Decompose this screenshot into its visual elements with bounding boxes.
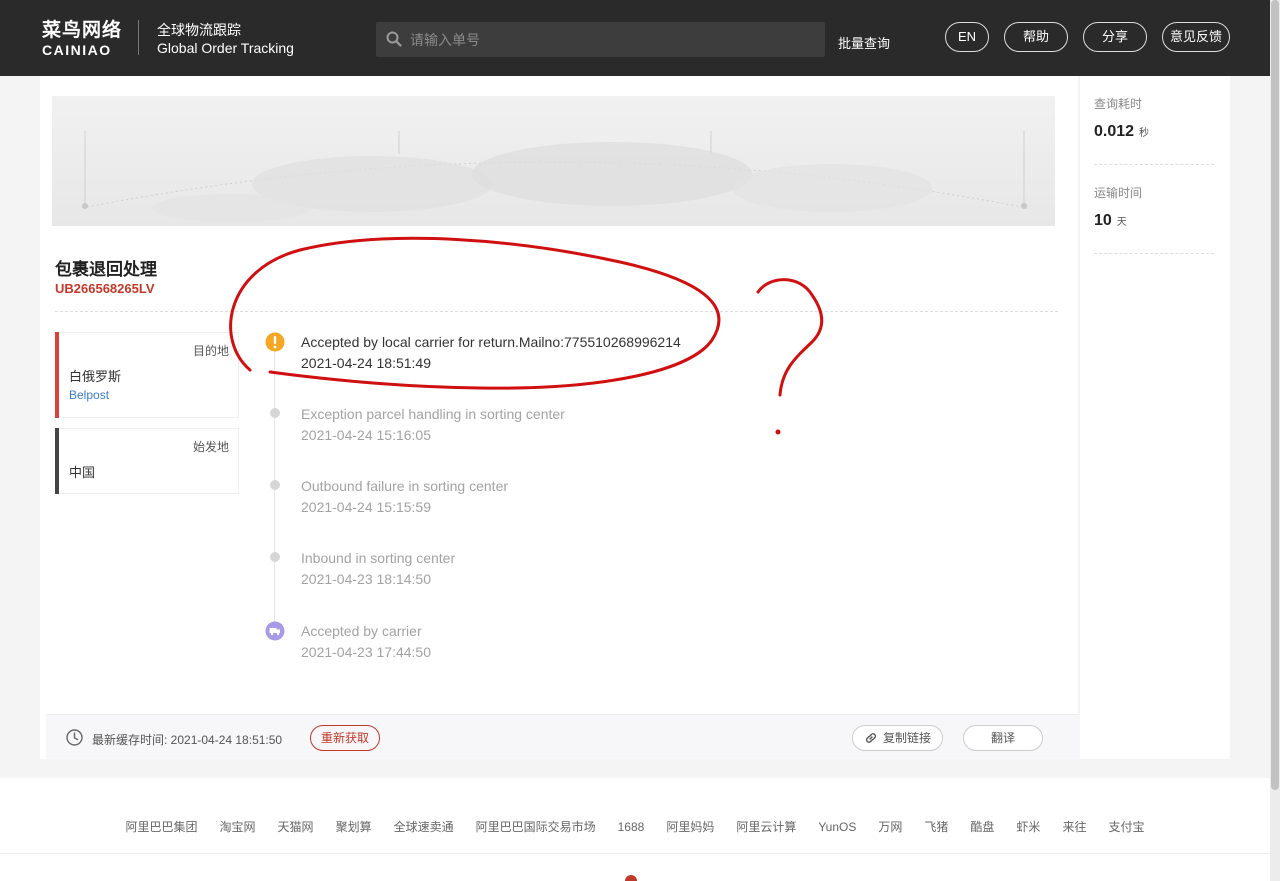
subtitle-cn: 全球物流跟踪 bbox=[157, 22, 241, 38]
clock-icon bbox=[66, 729, 83, 746]
timeline-event: Accepted by carrier 2021-04-23 17:44:50 bbox=[301, 622, 431, 661]
timeline-event: Accepted by local carrier for return.Mai… bbox=[301, 333, 681, 372]
logo-en: CAINIAO bbox=[42, 42, 112, 58]
event-time: 2021-04-24 18:51:49 bbox=[301, 355, 431, 371]
feedback-button[interactable]: 意见反馈 bbox=[1162, 22, 1230, 52]
query-time-unit: 秒 bbox=[1139, 128, 1150, 139]
event-time: 2021-04-24 15:15:59 bbox=[301, 499, 431, 515]
search-box bbox=[376, 22, 825, 57]
event-time: 2021-04-23 18:14:50 bbox=[301, 571, 431, 587]
query-time-number: 0.012 bbox=[1094, 123, 1135, 140]
cainiao-logo[interactable]: 菜鸟网络 CAINIAO bbox=[42, 20, 122, 58]
logo-divider bbox=[138, 20, 139, 55]
help-button[interactable]: 帮助 bbox=[1004, 22, 1068, 52]
footer-link[interactable]: 飞猪 bbox=[924, 820, 948, 834]
destination-label: 目的地 bbox=[192, 344, 229, 358]
footer-link[interactable]: 天猫网 bbox=[278, 820, 314, 834]
footer-link[interactable]: 万网 bbox=[878, 820, 902, 834]
refetch-button[interactable]: 重新获取 bbox=[310, 725, 380, 751]
footer-link[interactable]: 来往 bbox=[1062, 820, 1086, 834]
cache-bar: 最新缓存时间: 2021-04-24 18:51:50 重新获取 复制链接 翻译 bbox=[46, 714, 1082, 759]
scrollbar-thumb[interactable] bbox=[1271, 0, 1279, 790]
transit-time-number: 10 bbox=[1094, 212, 1112, 229]
event-title: Accepted by carrier bbox=[301, 623, 422, 639]
query-time-value: 0.012 秒 bbox=[1094, 123, 1149, 141]
divider bbox=[55, 311, 1058, 312]
batch-query-link[interactable]: 批量查询 bbox=[838, 33, 890, 52]
footer-link[interactable]: 淘宝网 bbox=[220, 820, 256, 834]
footer-link[interactable]: 阿里云计算 bbox=[736, 820, 796, 834]
destination-accent-bar bbox=[55, 332, 59, 418]
sidebar-divider bbox=[1094, 253, 1214, 254]
translate-button[interactable]: 翻译 bbox=[963, 725, 1043, 751]
copy-link-button[interactable]: 复制链接 bbox=[852, 725, 943, 751]
origin-label: 始发地 bbox=[192, 440, 229, 454]
destination-card: 目的地 白俄罗斯 Belpost bbox=[55, 332, 239, 418]
site-subtitle: 全球物流跟踪 Global Order Tracking bbox=[157, 21, 294, 57]
world-map-banner bbox=[52, 96, 1055, 226]
package-status-title: 包裹退回处理 bbox=[55, 260, 157, 279]
destination-carrier-link[interactable]: Belpost bbox=[69, 388, 109, 402]
footer-link[interactable]: 聚划算 bbox=[336, 820, 372, 834]
event-title: Inbound in sorting center bbox=[301, 550, 456, 566]
footer-link[interactable]: 酷盘 bbox=[970, 820, 994, 834]
footer-link[interactable]: YunOS bbox=[818, 820, 856, 834]
tracking-card: 包裹退回处理 UB266568265LV 目的地 白俄罗斯 Belpost 始发… bbox=[40, 76, 1082, 759]
subtitle-en: Global Order Tracking bbox=[157, 40, 294, 56]
transit-time-label: 运输时间 bbox=[1094, 186, 1143, 200]
footer-link[interactable]: 支付宝 bbox=[1108, 820, 1144, 834]
warning-icon bbox=[265, 332, 285, 352]
logo-cn: 菜鸟网络 bbox=[42, 20, 123, 41]
destination-place: 白俄罗斯 bbox=[69, 369, 122, 384]
timeline-dot bbox=[270, 480, 280, 490]
search-icon bbox=[386, 31, 402, 47]
world-map-graphic bbox=[81, 131, 1028, 222]
footer-link[interactable]: 阿里巴巴国际交易市场 bbox=[476, 820, 596, 834]
timeline-dot bbox=[270, 408, 280, 418]
event-time: 2021-04-23 17:44:50 bbox=[301, 644, 431, 660]
stats-sidebar: 查询耗时 0.012 秒 运输时间 10 天 bbox=[1080, 76, 1230, 759]
footer-links: 阿里巴巴集团 淘宝网 天猫网 聚划算 全球速卖通 阿里巴巴国际交易市场 1688 阿里妈妈 阿里… bbox=[0, 818, 1270, 835]
share-button[interactable]: 分享 bbox=[1083, 22, 1147, 52]
site-footer: 阿里巴巴集团 淘宝网 天猫网 聚划算 全球速卖通 阿里巴巴国际交易市场 1688 阿里妈妈 阿里… bbox=[0, 778, 1270, 881]
footer-link[interactable]: 全球速卖通 bbox=[394, 820, 454, 834]
origin-card: 始发地 中国 bbox=[55, 428, 239, 494]
copy-link-label: 复制链接 bbox=[883, 731, 932, 745]
event-title: Exception parcel handling in sorting cen… bbox=[301, 406, 565, 422]
timeline-dot bbox=[270, 552, 280, 562]
badge-icon bbox=[625, 875, 637, 881]
timeline-event: Exception parcel handling in sorting cen… bbox=[301, 405, 565, 444]
link-icon bbox=[865, 733, 877, 743]
transit-time-value: 10 天 bbox=[1094, 212, 1127, 230]
language-button[interactable]: EN bbox=[945, 22, 989, 52]
query-time-label: 查询耗时 bbox=[1094, 97, 1143, 111]
truck-icon bbox=[265, 621, 285, 641]
origin-place: 中国 bbox=[69, 465, 96, 480]
search-input[interactable] bbox=[410, 22, 810, 57]
footer-divider bbox=[0, 853, 1270, 854]
event-title: Accepted by local carrier for return.Mai… bbox=[301, 334, 681, 350]
cache-time: 最新缓存时间: 2021-04-24 18:51:50 bbox=[92, 733, 283, 747]
timeline-event: Inbound in sorting center 2021-04-23 18:… bbox=[301, 549, 455, 588]
origin-accent-bar bbox=[55, 428, 59, 494]
tracking-number: UB266568265LV bbox=[55, 281, 155, 296]
footer-link[interactable]: 阿里妈妈 bbox=[666, 820, 714, 834]
top-header: 菜鸟网络 CAINIAO 全球物流跟踪 Global Order Trackin… bbox=[0, 0, 1280, 76]
transit-time-unit: 天 bbox=[1116, 217, 1127, 228]
footer-link[interactable]: 1688 bbox=[618, 820, 645, 834]
event-time: 2021-04-24 15:16:05 bbox=[301, 427, 431, 443]
footer-link[interactable]: 阿里巴巴集团 bbox=[126, 820, 198, 834]
sidebar-divider bbox=[1094, 164, 1214, 165]
footer-link[interactable]: 虾米 bbox=[1016, 820, 1040, 834]
timeline-event: Outbound failure in sorting center 2021-… bbox=[301, 477, 508, 516]
event-title: Outbound failure in sorting center bbox=[301, 478, 509, 494]
